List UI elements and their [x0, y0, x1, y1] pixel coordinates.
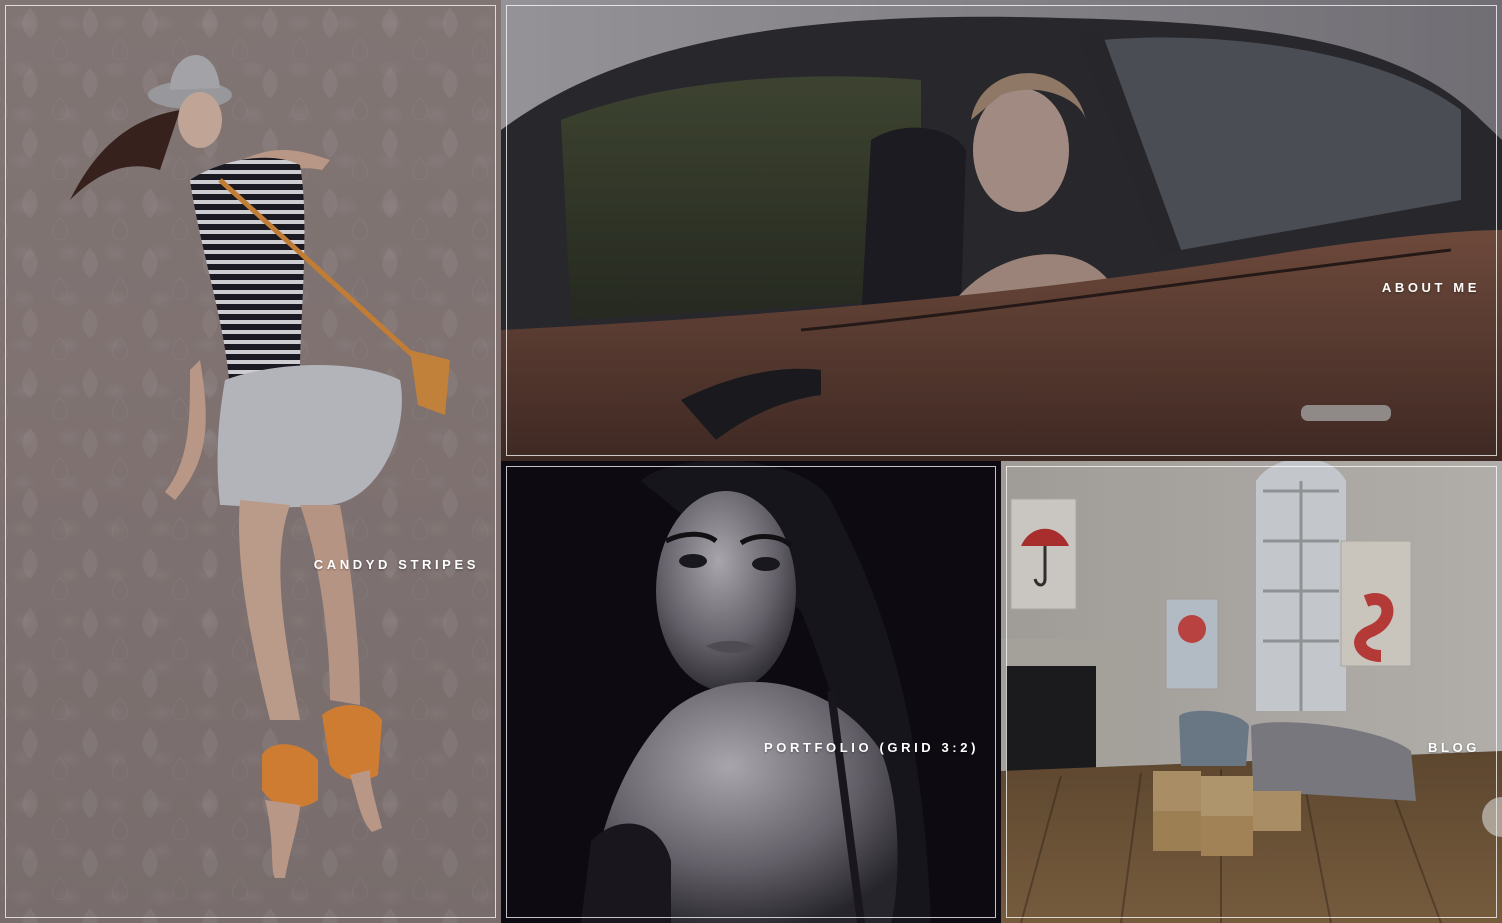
blog-interior-scene	[1001, 461, 1502, 923]
about-me-car-scene	[501, 0, 1502, 461]
about-me-label: ABOUT ME	[1381, 280, 1480, 295]
portfolio-grid: CANDYD STRIPES ABOUT ME PORTFOLIO (GRID …	[0, 0, 1502, 923]
tile-blog[interactable]: BLOG	[1001, 461, 1502, 923]
about-me-photo	[501, 0, 1502, 461]
candyd-stripes-label: CANDYD STRIPES	[313, 557, 479, 572]
portfolio-portrait	[501, 461, 1001, 923]
tile-about-me[interactable]: ABOUT ME	[501, 0, 1502, 461]
blog-label: BLOG	[1428, 740, 1480, 755]
candyd-stripes-photo	[0, 0, 501, 923]
portfolio-photo	[501, 461, 1001, 923]
tile-candyd-stripes[interactable]: CANDYD STRIPES	[0, 0, 501, 923]
tile-portfolio-grid[interactable]: PORTFOLIO (GRID 3:2)	[501, 461, 1001, 923]
portfolio-label: PORTFOLIO (GRID 3:2)	[764, 740, 979, 755]
blog-photo	[1001, 461, 1502, 923]
candyd-stripes-figure	[0, 0, 501, 923]
